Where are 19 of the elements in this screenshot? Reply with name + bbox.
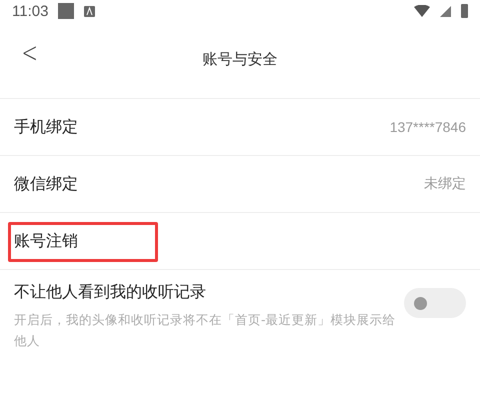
privacy-description: 开启后，我的头像和收听记录将不在「首页-最近更新」模块展示给他人 xyxy=(14,311,396,350)
row-value: 137****7846 xyxy=(390,119,466,135)
signal-icon xyxy=(440,6,451,16)
privacy-label: 不让他人看到我的收听记录 xyxy=(14,282,207,303)
settings-row[interactable]: 账号注销 xyxy=(0,213,480,270)
battery-icon xyxy=(461,4,468,18)
row-value: 未绑定 xyxy=(424,175,466,193)
wifi-icon xyxy=(414,5,430,17)
notification-icon xyxy=(84,6,96,16)
settings-row[interactable]: 手机绑定 137****7846 xyxy=(0,99,480,156)
page-title: 账号与安全 xyxy=(202,50,278,68)
row-label: 手机绑定 xyxy=(14,116,78,138)
row-label: 微信绑定 xyxy=(14,174,78,194)
notification-icon xyxy=(58,3,74,19)
back-button[interactable]: < xyxy=(18,36,41,69)
status-time: 11:03 xyxy=(12,2,48,20)
row-label: 账号注销 xyxy=(14,230,78,252)
privacy-toggle[interactable] xyxy=(404,288,466,318)
settings-row[interactable]: 微信绑定 未绑定 xyxy=(0,156,480,213)
